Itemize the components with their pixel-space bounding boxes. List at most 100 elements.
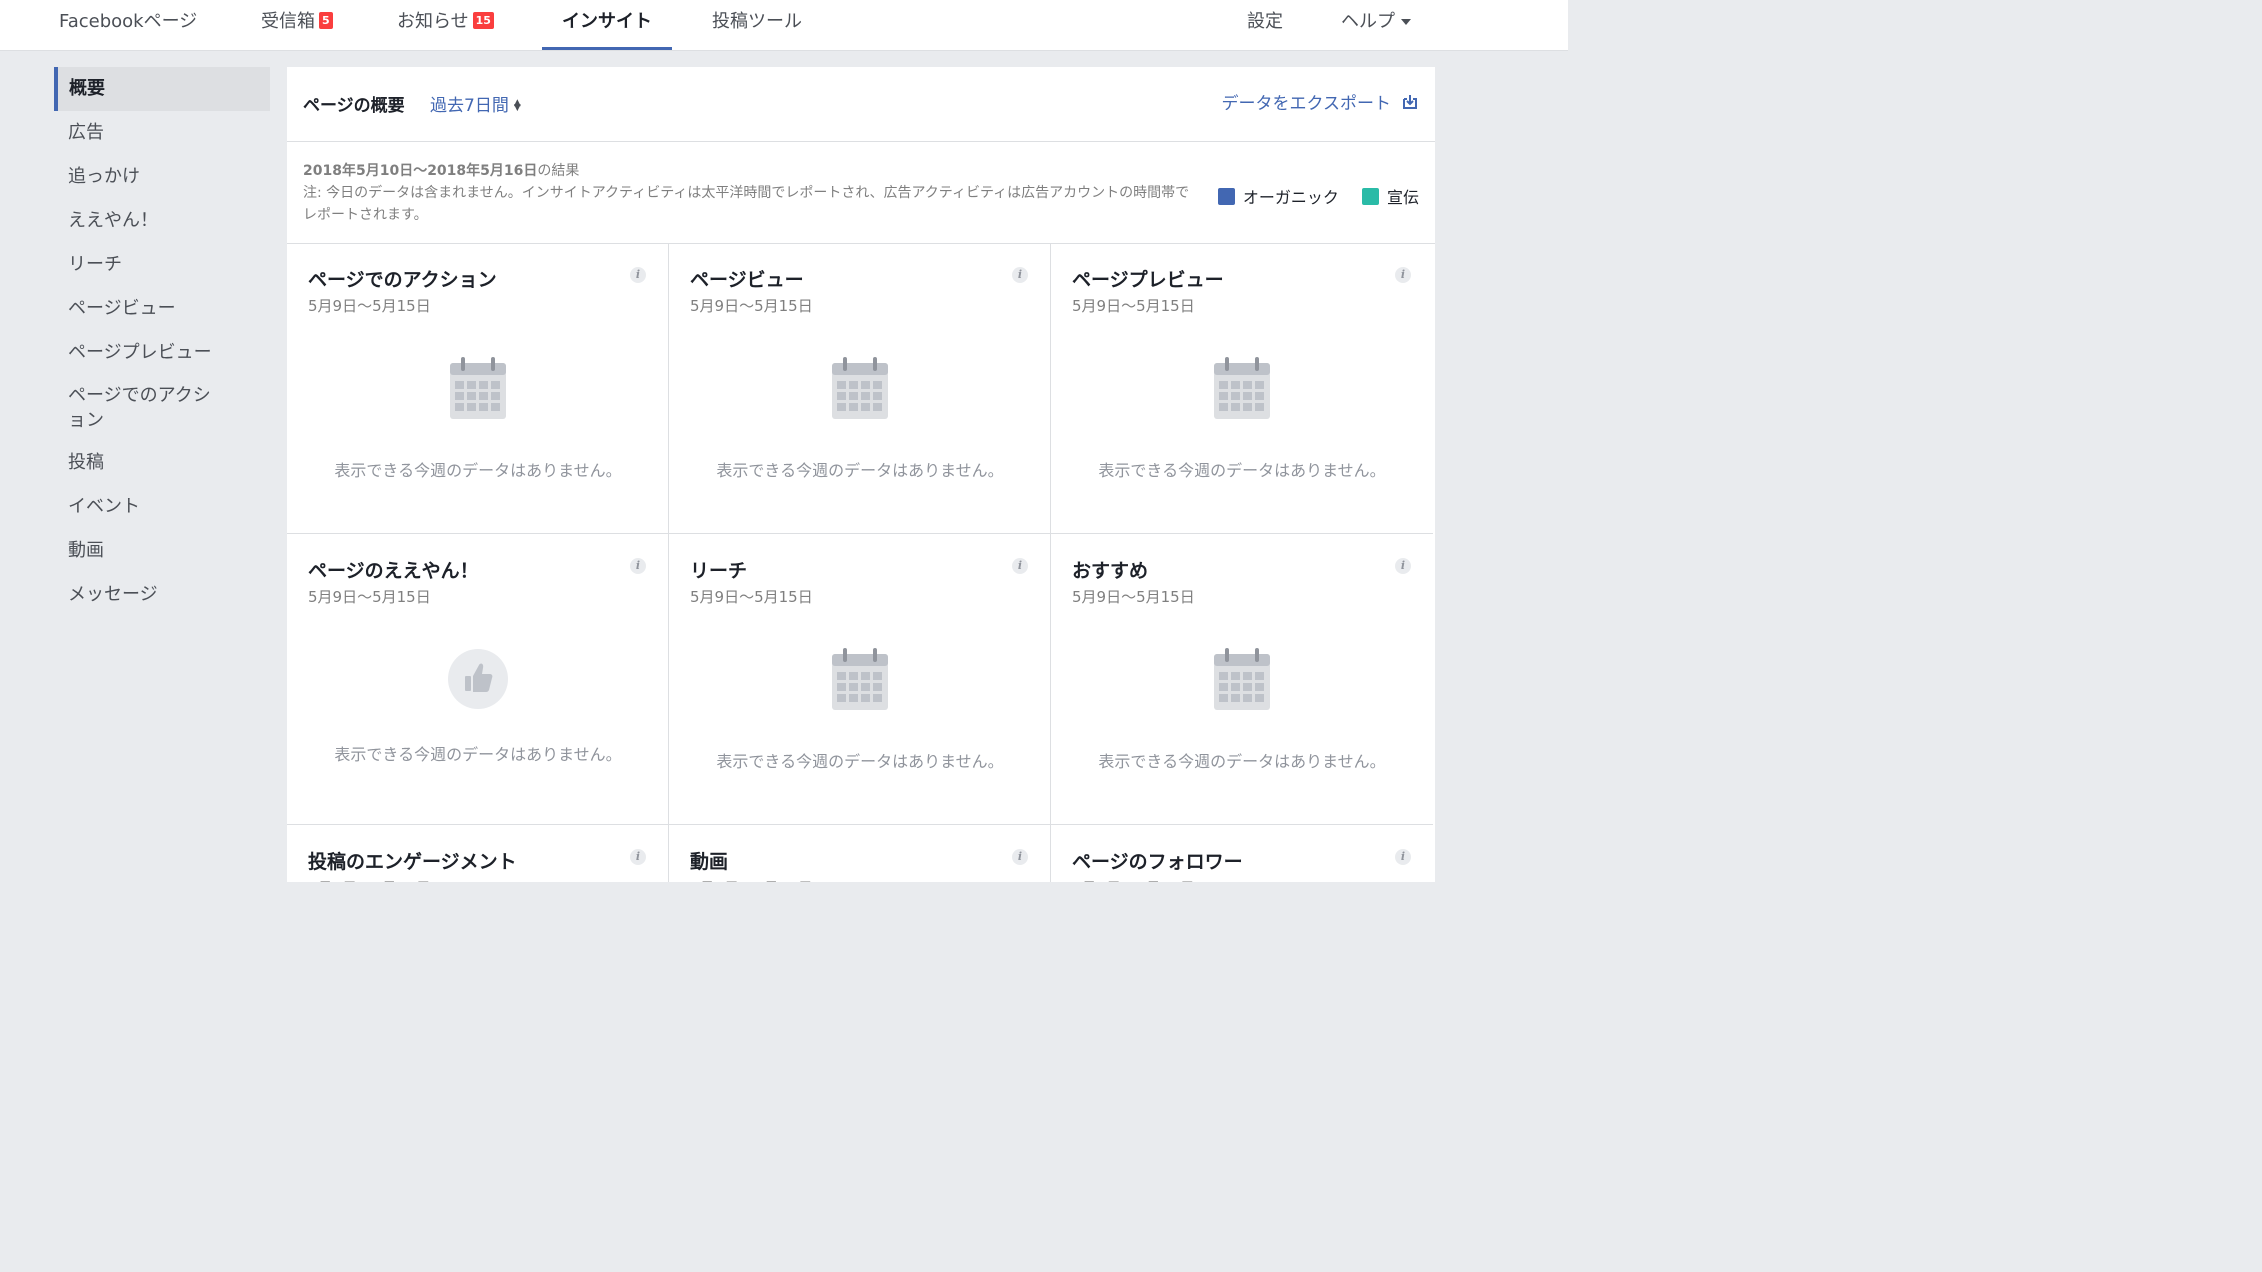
card-recommendations[interactable]: おすすめ 5月9日〜5月15日 i 表示できる今週のデータはありません。 — [1051, 534, 1433, 825]
nav-help[interactable]: ヘルプ — [1341, 0, 1411, 50]
nav-inbox-label: 受信箱 — [261, 11, 315, 32]
card-date: 5月9日〜5月15日 — [1072, 877, 1195, 882]
nav-help-label: ヘルプ — [1341, 11, 1395, 32]
insights-sidebar: 概要 広告 追っかけ ええやん！ リーチ ページビュー ページプレビュー ページ… — [54, 67, 270, 617]
info-icon[interactable]: i — [630, 558, 646, 574]
results-info-bar: 2018年5月10日〜2018年5月16日の結果 注: 今日のデータは含まれませ… — [287, 142, 1435, 244]
sort-arrows-icon: ▲ ▼ — [513, 98, 521, 113]
date-range-select[interactable]: 過去7日間 ▲ ▼ — [430, 91, 521, 116]
sidebar-item-likes[interactable]: ええやん！ — [54, 199, 270, 243]
active-tab-indicator — [542, 47, 672, 50]
card-title: ページプレビュー — [1072, 269, 1224, 291]
sidebar-item-page-previews[interactable]: ページプレビュー — [54, 331, 270, 375]
nav-facebook-page-label: Facebookページ — [59, 11, 198, 32]
export-data-label: データをエクスポート — [1221, 94, 1392, 114]
card-post-engagement[interactable]: 投稿のエンゲージメント 5月9日〜5月15日 i — [287, 825, 669, 882]
info-icon[interactable]: i — [1012, 267, 1028, 283]
card-date: 5月9日〜5月15日 — [690, 297, 813, 315]
overview-panel: ページの概要 過去7日間 ▲ ▼ データをエクスポート 2018年5月10日〜201… — [287, 67, 1435, 882]
nav-settings[interactable]: 設定 — [1247, 0, 1283, 50]
card-page-actions[interactable]: ページでのアクション 5月9日〜5月15日 i 表示できる今週のデータはありません。 — [287, 243, 669, 534]
card-date: 5月9日〜5月15日 — [690, 588, 813, 606]
results-suffix: の結果 — [537, 163, 580, 179]
legend-paid-label: 宣伝 — [1386, 188, 1419, 207]
nav-publishing-tools-label: 投稿ツール — [712, 11, 802, 32]
nav-settings-label: 設定 — [1247, 11, 1283, 32]
card-page-followers[interactable]: ページのフォロワー 5月9日〜5月15日 i — [1051, 825, 1433, 882]
card-date: 5月9日〜5月15日 — [1072, 297, 1195, 315]
card-date: 5月9日〜5月15日 — [308, 588, 431, 606]
card-page-previews[interactable]: ページプレビュー 5月9日〜5月15日 i 表示できる今週のデータはありません。 — [1051, 243, 1433, 534]
calendar-icon — [1213, 356, 1271, 426]
date-range-label: 過去7日間 — [430, 96, 509, 116]
card-title: ページでのアクション — [308, 269, 497, 291]
notifications-count-badge: 15 — [472, 11, 494, 29]
card-title: ページのええやん！ — [308, 560, 479, 582]
nav-insights[interactable]: インサイト — [542, 0, 672, 50]
nav-insights-label: インサイト — [562, 11, 652, 32]
panel-header: ページの概要 過去7日間 ▲ ▼ データをエクスポート — [287, 67, 1435, 142]
card-page-likes[interactable]: ページのええやん！ 5月9日〜5月15日 i 表示できる今週のデータはありません。 — [287, 534, 669, 825]
empty-state-text: 表示できる今週のデータはありません。 — [716, 752, 1004, 771]
results-period: 2018年5月10日〜2018年5月16日の結果 — [303, 160, 579, 180]
sidebar-item-posts[interactable]: 投稿 — [54, 441, 270, 485]
sidebar-item-page-views[interactable]: ページビュー — [54, 287, 270, 331]
organic-swatch — [1217, 188, 1235, 205]
empty-state-text: 表示できる今週のデータはありません。 — [716, 461, 1004, 480]
info-icon[interactable]: i — [630, 849, 646, 865]
card-title: 投稿のエンゲージメント — [308, 851, 517, 873]
empty-state-text: 表示できる今週のデータはありません。 — [1098, 461, 1386, 480]
info-icon[interactable]: i — [1012, 849, 1028, 865]
calendar-icon — [449, 356, 507, 426]
sidebar-item-videos[interactable]: 動画 — [54, 529, 270, 573]
results-dates: 2018年5月10日〜2018年5月16日 — [303, 163, 538, 179]
card-page-views[interactable]: ページビュー 5月9日〜5月15日 i 表示できる今週のデータはありません。 — [669, 243, 1051, 534]
empty-state-text: 表示できる今週のデータはありません。 — [1098, 752, 1386, 771]
card-title: ページビュー — [690, 269, 804, 291]
sidebar-item-overview[interactable]: 概要 — [54, 67, 270, 111]
card-title: ページのフォロワー — [1072, 851, 1243, 873]
info-icon[interactable]: i — [630, 267, 646, 283]
paid-swatch — [1361, 188, 1379, 205]
thumbs-up-icon — [448, 649, 508, 713]
calendar-icon — [1213, 647, 1271, 717]
nav-facebook-page[interactable]: Facebookページ — [59, 0, 197, 50]
nav-notifications-label: お知らせ — [397, 11, 469, 32]
info-icon[interactable]: i — [1395, 267, 1411, 283]
card-reach[interactable]: リーチ 5月9日〜5月15日 i 表示できる今週のデータはありません。 — [669, 534, 1051, 825]
empty-state-text: 表示できる今週のデータはありません。 — [334, 745, 622, 764]
nav-inbox[interactable]: 受信箱 5 — [261, 0, 333, 50]
card-date: 5月9日〜5月15日 — [308, 297, 431, 315]
nav-publishing-tools[interactable]: 投稿ツール — [712, 0, 802, 50]
nav-notifications[interactable]: お知らせ 15 — [397, 0, 494, 50]
card-title: 動画 — [690, 851, 729, 873]
card-date: 5月9日〜5月15日 — [690, 877, 813, 882]
sidebar-item-followers[interactable]: 追っかけ — [54, 155, 270, 199]
sidebar-item-ads[interactable]: 広告 — [54, 111, 270, 155]
sidebar-item-events[interactable]: イベント — [54, 485, 270, 529]
calendar-icon — [831, 356, 889, 426]
export-data-button[interactable]: データをエクスポート — [1222, 89, 1420, 116]
sidebar-item-messages[interactable]: メッセージ — [54, 573, 270, 617]
inbox-count-badge: 5 — [319, 11, 333, 29]
legend-paid: 宣伝 — [1361, 184, 1419, 208]
card-date: 5月9日〜5月15日 — [1072, 588, 1195, 606]
card-date: 5月9日〜5月15日 — [308, 877, 431, 882]
empty-state-text: 表示できる今週のデータはありません。 — [334, 461, 622, 480]
card-videos[interactable]: 動画 5月9日〜5月15日 i — [669, 825, 1051, 882]
sidebar-item-reach[interactable]: リーチ — [54, 243, 270, 287]
legend-organic-label: オーガニック — [1242, 188, 1339, 207]
legend: オーガニック 宣伝 — [1200, 184, 1419, 208]
info-icon[interactable]: i — [1012, 558, 1028, 574]
sidebar-item-page-actions[interactable]: ページでのアクション — [54, 375, 242, 441]
chevron-down-icon — [1401, 19, 1411, 25]
card-title: おすすめ — [1072, 560, 1149, 582]
info-icon[interactable]: i — [1395, 558, 1411, 574]
top-navigation: Facebookページ 受信箱 5 お知らせ 15 インサイト 投稿ツール 設定 ヘ… — [0, 0, 1568, 51]
info-icon[interactable]: i — [1395, 849, 1411, 865]
export-icon — [1401, 93, 1419, 116]
card-title: リーチ — [690, 560, 748, 582]
legend-organic: オーガニック — [1217, 184, 1339, 208]
page-title: ページの概要 — [303, 96, 405, 116]
timezone-note: 注: 今日のデータは含まれません。インサイトアクティビティは太平洋時間でレポート… — [303, 185, 1190, 223]
